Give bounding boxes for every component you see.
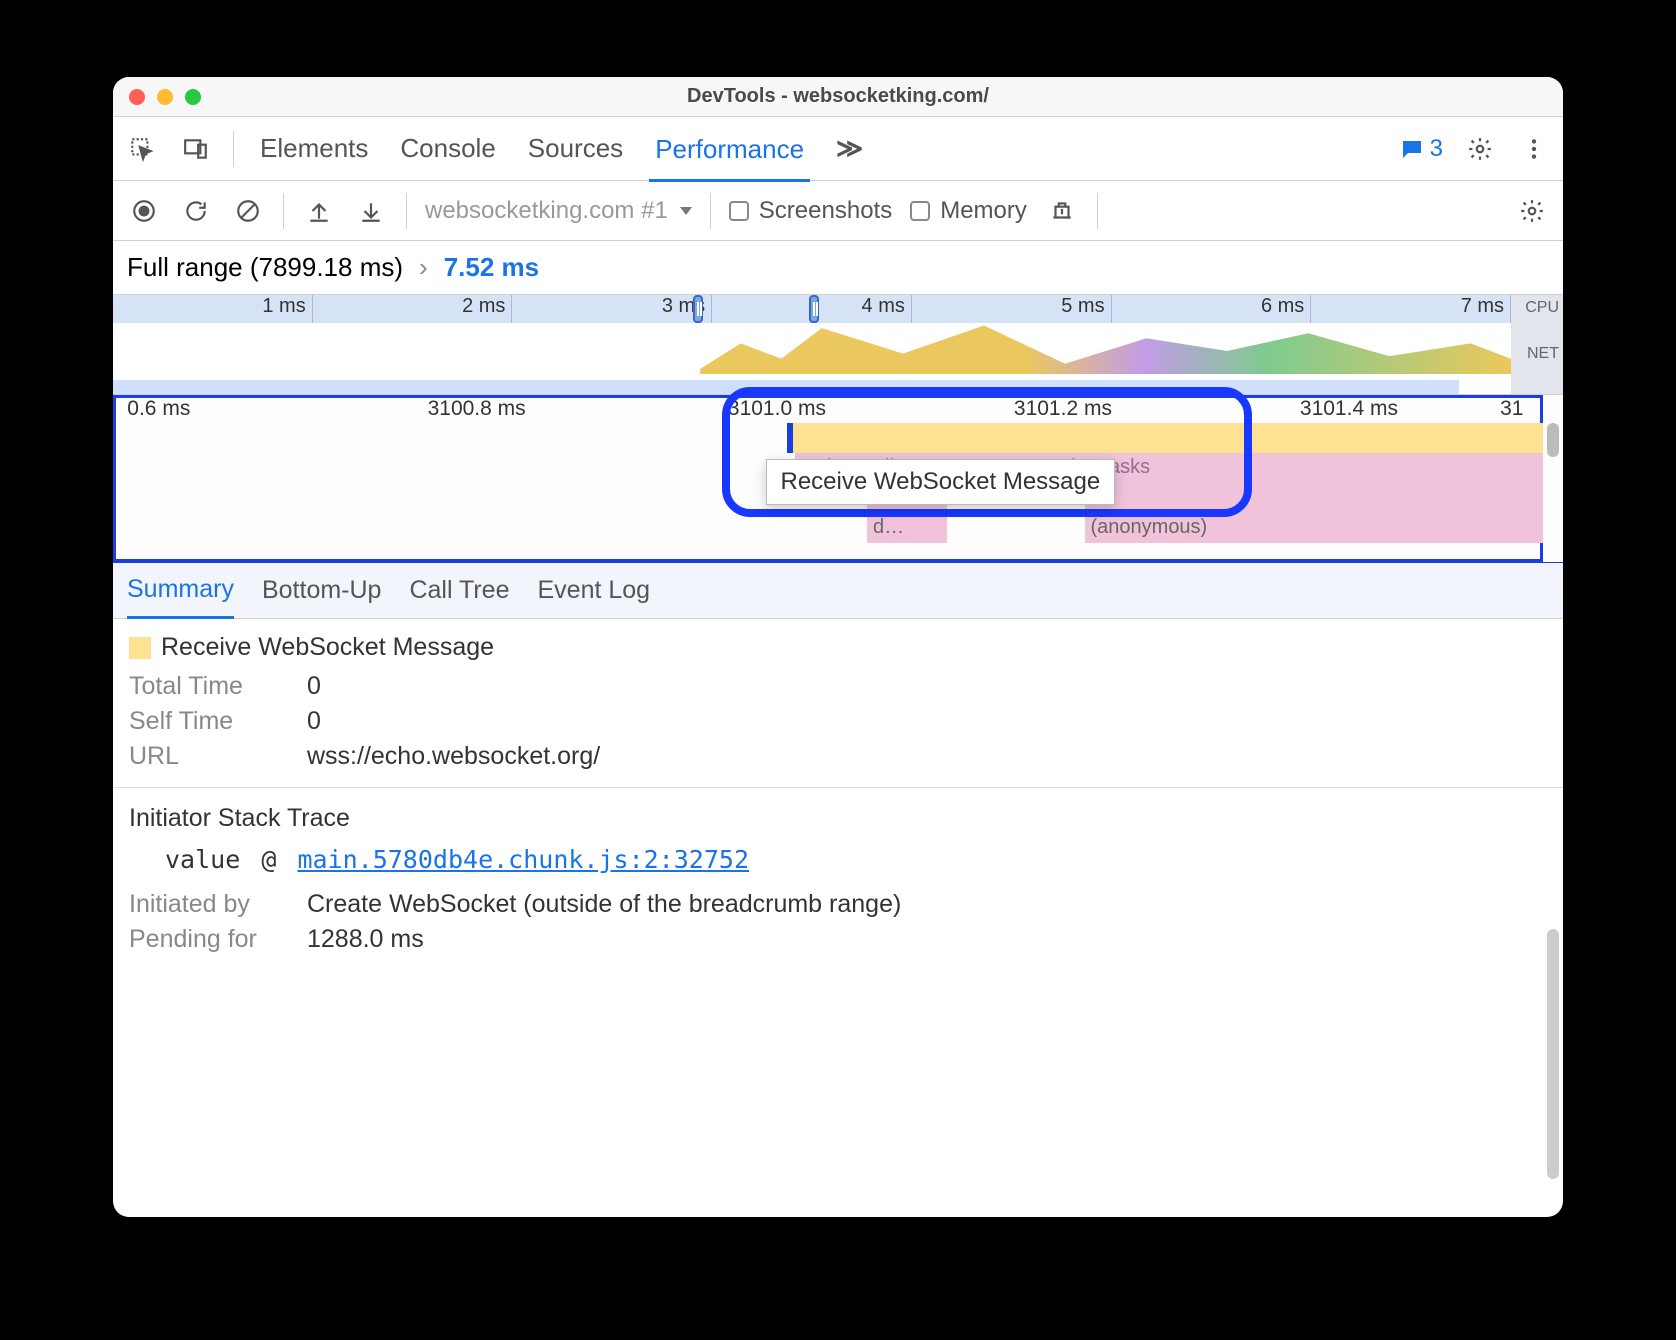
scrollbar-thumb[interactable] [1547,423,1559,457]
overview-area [113,323,1511,394]
pending-for-label: Pending for [129,925,289,954]
at-symbol: @ [261,845,276,874]
screenshots-label: Screenshots [759,197,892,225]
stack-trace-heading: Initiator Stack Trace [129,804,1547,833]
divider [233,131,234,167]
titlebar: DevTools - websocketking.com/ [113,77,1563,117]
flame-bar-d[interactable]: d… [867,513,947,543]
window-title: DevTools - websocketking.com/ [113,85,1563,108]
overview-panel[interactable]: 1 ms 2 ms 3 ms 4 ms 5 ms 6 ms 7 ms CPU N… [113,295,1563,395]
tick: 3100.8 ms [428,397,526,421]
tick: 2 ms [313,295,513,323]
tick: 1 ms [113,295,313,323]
divider [710,193,711,229]
chevron-right-icon: › [419,252,428,283]
divider [1097,193,1098,229]
summary-panel: Receive WebSocket Message Total Time 0 S… [113,619,1563,974]
event-name-row: Receive WebSocket Message [129,633,1547,662]
tabs-overflow-icon[interactable]: ≫ [830,129,869,168]
perf-toolbar: websocketking.com #1 Screenshots Memory [113,181,1563,241]
divider [406,193,407,229]
range-handle-right[interactable] [809,295,819,323]
flame-chart[interactable]: 0.6 ms 3100.8 ms 3101.0 ms 3101.2 ms 310… [113,395,1563,563]
perf-settings-icon[interactable] [1515,194,1549,228]
initiated-by-value: Create WebSocket (outside of the breadcr… [307,890,901,919]
detail-tab-summary[interactable]: Summary [127,575,234,619]
checkbox-icon [729,201,749,221]
tick: 3101.4 ms [1300,397,1398,421]
self-time-value: 0 [307,707,321,736]
more-icon[interactable] [1517,132,1551,166]
scrollbar-thumb[interactable] [1547,929,1559,1179]
range-selected[interactable]: 7.52 ms [444,252,539,283]
url-label: URL [129,742,289,771]
tab-performance[interactable]: Performance [649,130,810,182]
tick: 7 ms [1311,295,1511,323]
pending-for-value: 1288.0 ms [307,925,424,954]
screenshots-checkbox[interactable]: Screenshots [729,197,892,225]
detail-tab-bottom-up[interactable]: Bottom-Up [262,576,381,605]
tab-sources[interactable]: Sources [522,129,629,168]
gc-icon[interactable] [1045,194,1079,228]
tooltip: Receive WebSocket Message [766,459,1116,505]
tab-elements[interactable]: Elements [254,129,374,168]
devtools-tabs: Elements Console Sources Performance ≫ 3 [113,117,1563,181]
stack-link[interactable]: main.5780db4e.chunk.js:2:32752 [297,845,749,874]
total-time-value: 0 [307,672,321,701]
total-time-label: Total Time [129,672,289,701]
detail-tab-event-log[interactable]: Event Log [538,576,651,605]
net-label: NET [1515,345,1559,391]
upload-icon[interactable] [302,194,336,228]
cpu-flame-mini [700,323,1511,374]
event-color-swatch [129,637,151,659]
chevron-down-icon [680,207,692,215]
divider [113,787,1563,788]
tick: 3 ms [512,295,712,323]
checkbox-icon [910,201,930,221]
settings-icon[interactable] [1463,132,1497,166]
memory-label: Memory [940,197,1027,225]
tab-console[interactable]: Console [394,129,501,168]
divider [283,193,284,229]
recording-dropdown[interactable]: websocketking.com #1 [425,197,692,225]
messages-button[interactable]: 3 [1400,135,1443,163]
device-toggle-icon[interactable] [179,132,213,166]
stack-fn: value [165,845,240,874]
detail-tabs: Summary Bottom-Up Call Tree Event Log [113,563,1563,619]
range-handle-left[interactable] [693,295,703,323]
cpu-label: CPU [1515,299,1559,345]
reload-icon[interactable] [179,194,213,228]
self-time-label: Self Time [129,707,289,736]
memory-checkbox[interactable]: Memory [910,197,1027,225]
messages-count: 3 [1430,135,1443,163]
tick: 6 ms [1112,295,1312,323]
tick: 5 ms [912,295,1112,323]
tick: 0.6 ms [127,397,190,421]
tick: 31 [1500,397,1523,421]
overview-side-labels: CPU NET [1511,295,1563,394]
record-icon[interactable] [127,194,161,228]
download-icon[interactable] [354,194,388,228]
flame-bar-anonymous[interactable]: (anonymous) [1085,513,1544,543]
stack-trace-row: value @ main.5780db4e.chunk.js:2:32752 [129,845,1547,874]
initiated-by-label: Initiated by [129,890,289,919]
clear-icon[interactable] [231,194,265,228]
event-name: Receive WebSocket Message [161,633,494,662]
recording-dropdown-label: websocketking.com #1 [425,197,668,225]
inspect-icon[interactable] [125,132,159,166]
devtools-window: DevTools - websocketking.com/ Elements C… [113,77,1563,1217]
url-value: wss://echo.websocket.org/ [307,742,600,771]
range-breadcrumb: Full range (7899.18 ms) › 7.52 ms [113,241,1563,295]
range-full-label[interactable]: Full range (7899.18 ms) [127,252,403,283]
detail-tab-call-tree[interactable]: Call Tree [409,576,509,605]
